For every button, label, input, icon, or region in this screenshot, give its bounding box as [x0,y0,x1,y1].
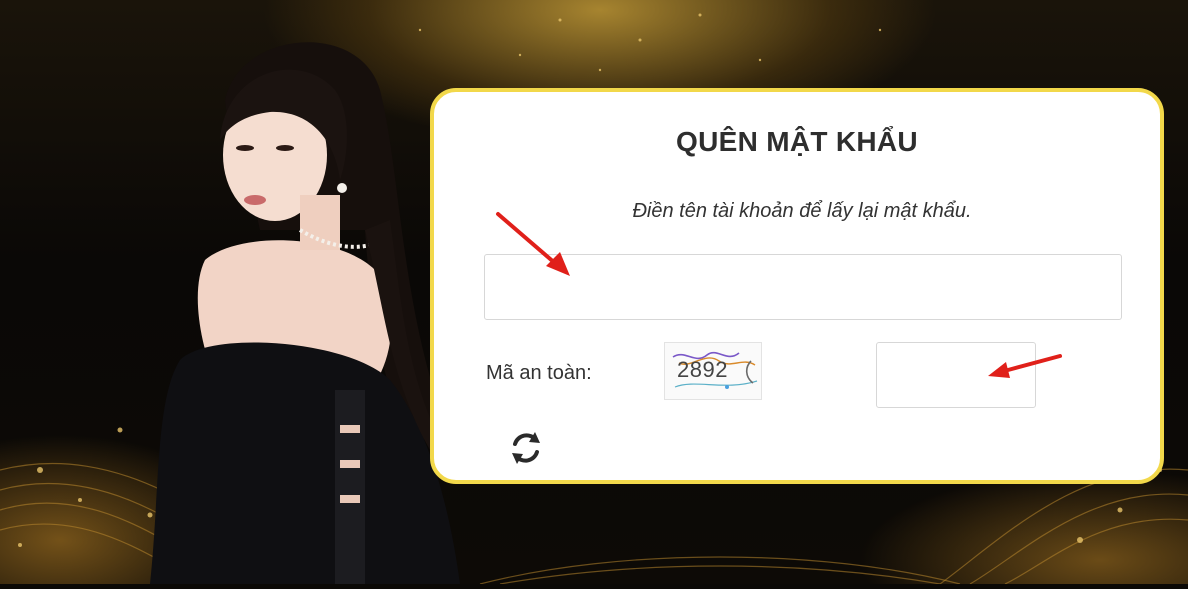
forgot-password-card: QUÊN MẬT KHẨU Điền tên tài khoản để lấy … [430,88,1164,484]
red-arrow-icon [496,212,570,276]
captcha-code: 2892 [677,357,728,382]
page-title: QUÊN MẬT KHẨU [676,126,918,157]
red-arrow-icon [988,354,1062,378]
refresh-captcha-button[interactable] [506,428,546,468]
refresh-icon [512,432,540,464]
captcha-image[interactable]: 2892 [664,342,762,400]
captcha-label: Mã an toàn: [486,362,592,384]
